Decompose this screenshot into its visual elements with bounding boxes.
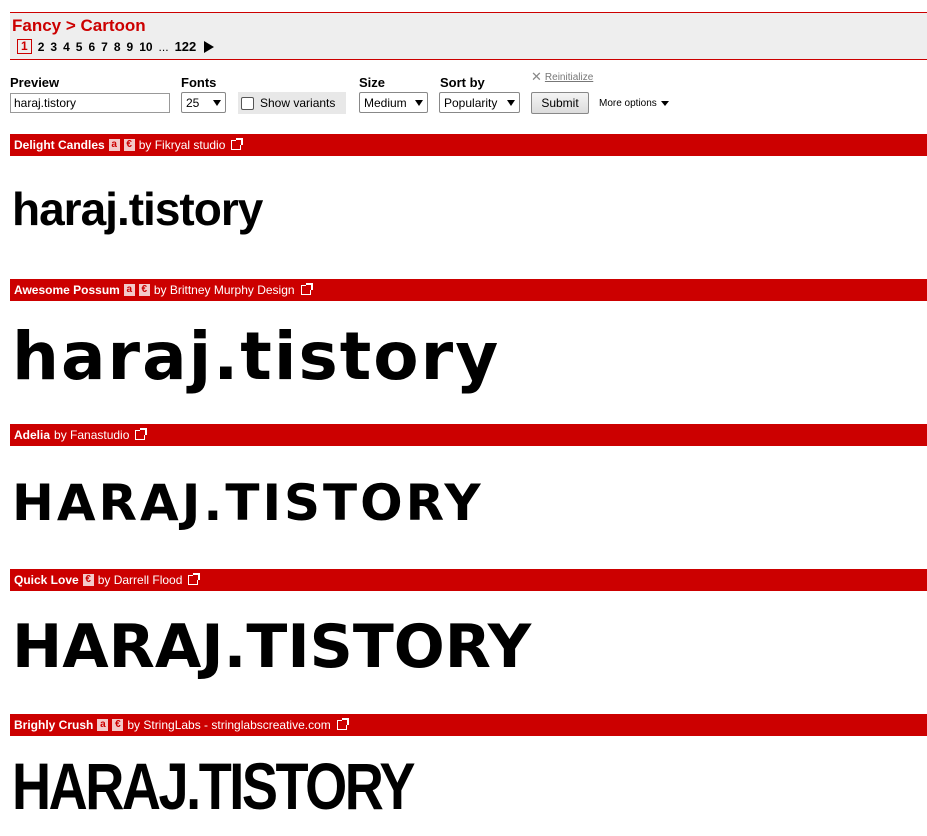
font-author-link[interactable]: by StringLabs - stringlabscreative.com	[127, 718, 330, 732]
category-header: Fancy > Cartoon 1 2 3 4 5 6 7 8 9 10 ...…	[10, 12, 927, 60]
license-badge: €	[138, 284, 150, 296]
show-variants-checkbox[interactable]	[241, 96, 254, 110]
chevron-down-icon	[660, 101, 669, 106]
license-badge: €	[112, 719, 124, 731]
font-preview-sample[interactable]: HARAJ.TISTORY	[12, 612, 531, 682]
external-link-icon[interactable]	[300, 283, 313, 295]
font-preview-sample[interactable]: haraj.tistory	[12, 182, 263, 236]
font-header-row: Quick Love € by Darrell Flood	[10, 569, 927, 591]
pagination: 1 2 3 4 5 6 7 8 9 10 ... 122	[17, 39, 215, 54]
font-name-link[interactable]: Adelia	[14, 428, 50, 442]
external-link-icon[interactable]	[135, 428, 148, 440]
font-name-link[interactable]: Quick Love	[14, 573, 79, 587]
fonts-label: Fonts	[181, 75, 217, 90]
external-link-icon[interactable]	[336, 718, 349, 730]
page-link[interactable]: 9	[127, 40, 134, 54]
more-options-toggle[interactable]: More options	[599, 98, 669, 109]
license-badge: €	[82, 574, 94, 586]
font-header-row: Adelia by Fanastudio	[10, 424, 927, 446]
size-label: Size	[359, 75, 386, 90]
show-variants-label: Show variants	[260, 96, 336, 110]
next-page-arrow-icon[interactable]	[204, 40, 215, 53]
chevron-down-icon	[213, 99, 221, 106]
chevron-down-icon	[507, 99, 515, 106]
external-link-icon[interactable]	[188, 573, 201, 585]
page-link-last[interactable]: 122	[175, 39, 197, 54]
page-link[interactable]: 4	[63, 40, 70, 54]
sort-value: Popularity	[444, 95, 498, 110]
font-author-link[interactable]: by Brittney Murphy Design	[154, 283, 295, 297]
font-header-row: Awesome Possum a € by Brittney Murphy De…	[10, 279, 927, 301]
pagination-ellipsis: ...	[158, 39, 169, 54]
breadcrumb-separator: >	[61, 16, 81, 35]
font-author-link[interactable]: by Darrell Flood	[98, 573, 183, 587]
page-link[interactable]: 6	[88, 40, 95, 54]
sort-select[interactable]: Popularity	[439, 92, 520, 113]
page-link[interactable]: 7	[101, 40, 108, 54]
license-badge: €	[123, 139, 135, 151]
reinitialize-link[interactable]: ✕ Reinitialize	[531, 69, 593, 85]
page-link[interactable]: 8	[114, 40, 121, 54]
page-link[interactable]: 2	[38, 40, 45, 54]
font-name-link[interactable]: Delight Candles	[14, 138, 105, 152]
font-author-link[interactable]: by Fanastudio	[54, 428, 129, 442]
page-link[interactable]: 10	[139, 40, 152, 54]
reinitialize-label: Reinitialize	[544, 71, 594, 83]
page-link[interactable]: 5	[76, 40, 83, 54]
breadcrumb-parent[interactable]: Fancy	[12, 16, 61, 35]
breadcrumb-current[interactable]: Cartoon	[81, 16, 146, 35]
close-icon: ✕	[531, 69, 542, 84]
font-name-link[interactable]: Brighly Crush	[14, 718, 93, 732]
license-badge: a	[108, 139, 120, 151]
submit-button[interactable]: Submit	[531, 92, 589, 114]
breadcrumb: Fancy > Cartoon	[12, 16, 146, 36]
font-preview-sample[interactable]: HARAJ.TISTORY	[12, 474, 484, 532]
show-variants-toggle[interactable]: Show variants	[238, 92, 346, 114]
font-header-row: Brighly Crush a € by StringLabs - string…	[10, 714, 927, 736]
chevron-down-icon	[415, 99, 423, 106]
preview-label: Preview	[10, 75, 60, 90]
font-header-row: Delight Candles a € by Fikryal studio	[10, 134, 927, 156]
page-link[interactable]: 3	[50, 40, 57, 54]
preview-input[interactable]	[10, 93, 170, 113]
more-options-label: More options	[599, 98, 657, 109]
font-preview-sample[interactable]: haraj.tistory	[12, 318, 500, 395]
license-badge: a	[123, 284, 135, 296]
license-badge: a	[97, 719, 109, 731]
size-select[interactable]: Medium	[359, 92, 428, 113]
font-name-link[interactable]: Awesome Possum	[14, 283, 120, 297]
font-preview-sample[interactable]: HARAJ.TISTORY	[12, 748, 416, 824]
fonts-count-value: 25	[186, 95, 200, 110]
external-link-icon[interactable]	[231, 138, 244, 150]
font-author-link[interactable]: by Fikryal studio	[139, 138, 226, 152]
size-value: Medium	[364, 95, 407, 110]
fonts-count-select[interactable]: 25	[181, 92, 226, 113]
sort-label: Sort by	[440, 75, 485, 90]
page-link-current[interactable]: 1	[17, 39, 32, 54]
